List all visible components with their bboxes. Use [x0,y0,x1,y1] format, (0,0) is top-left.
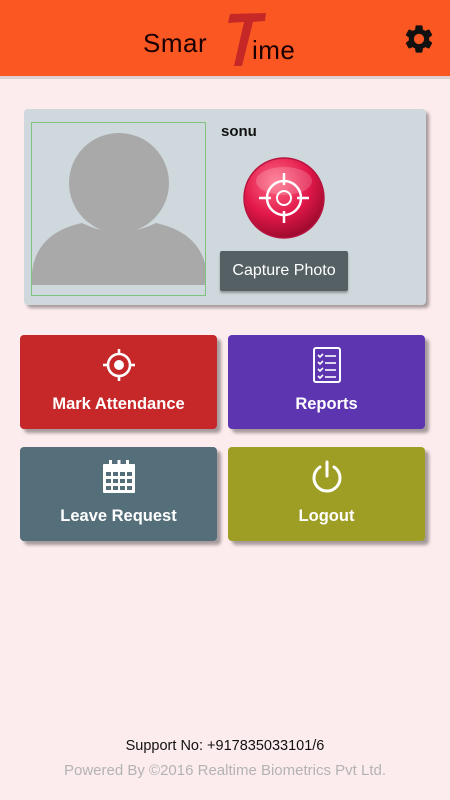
logout-button[interactable]: Logout [228,447,425,541]
crosshair-target-icon[interactable] [243,157,325,239]
capture-photo-button[interactable]: Capture Photo [220,251,348,291]
leave-request-button[interactable]: Leave Request [20,447,217,541]
crosshair-icon [102,349,135,381]
profile-card: sonu Capture Photo [24,109,426,305]
app-logo: Smar ime [140,10,310,68]
logo-text-part2: ime [252,35,296,65]
logo-text-part1: Smar [143,28,208,58]
checklist-icon [312,347,341,383]
reports-button[interactable]: Reports [228,335,425,429]
support-number: Support No: +917835033101/6 [125,738,325,754]
reports-label: Reports [295,395,358,413]
app-header: Smar ime [0,0,450,79]
user-avatar-icon [31,122,206,296]
mark-attendance-label: Mark Attendance [52,395,185,413]
gear-icon[interactable] [402,22,436,56]
power-icon [312,460,341,493]
powered-by-text: Powered By ©2016 Realtime Biometrics Pvt… [63,762,387,779]
logout-label: Logout [298,507,355,525]
username: sonu [221,123,257,140]
leave-request-label: Leave Request [60,507,177,525]
mark-attendance-button[interactable]: Mark Attendance [20,335,217,429]
calendar-icon [102,460,135,493]
